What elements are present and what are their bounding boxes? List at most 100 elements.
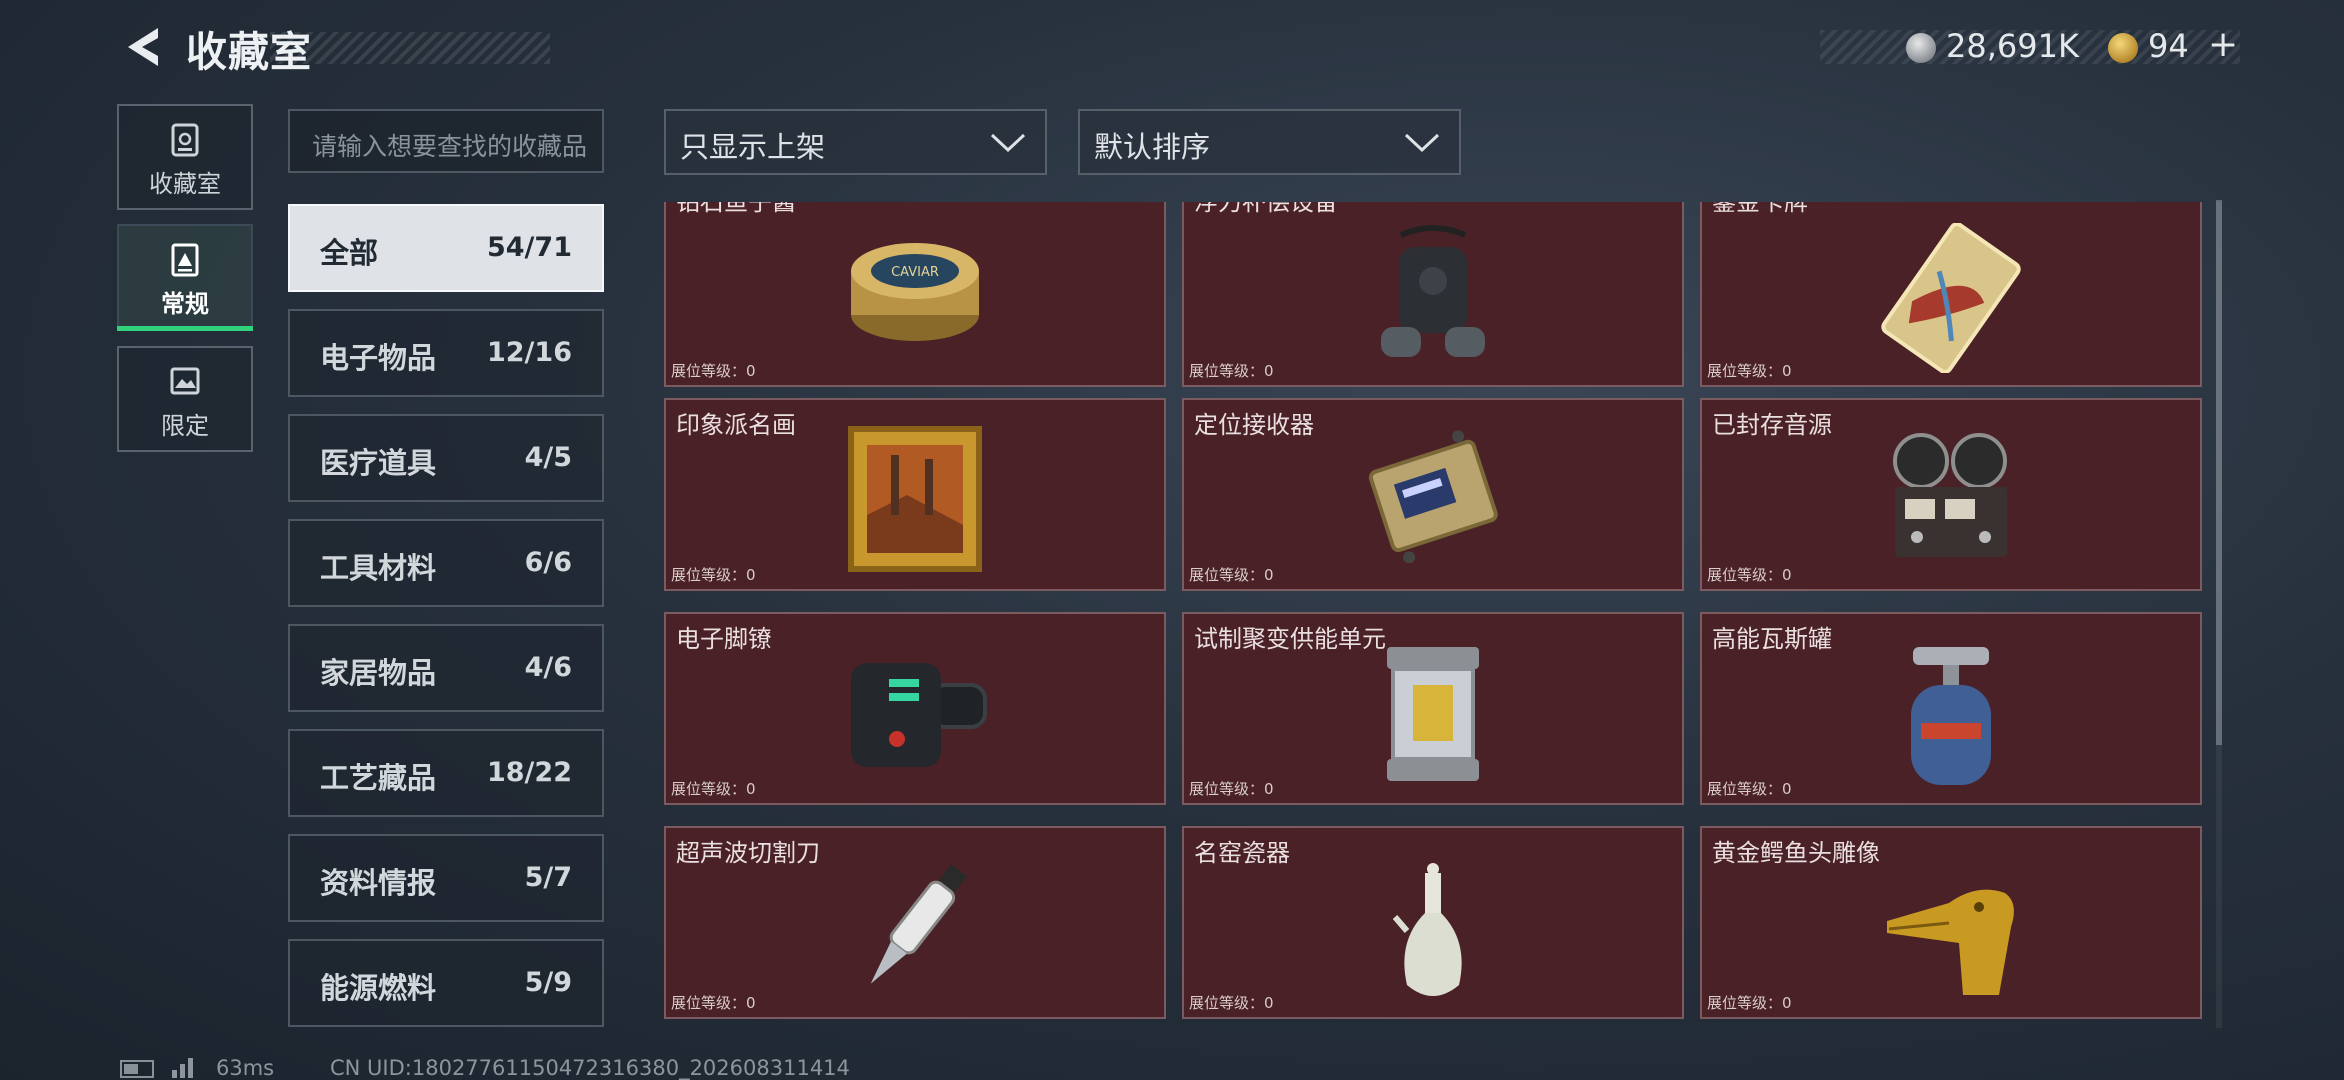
gas-canister-icon bbox=[1911, 646, 1991, 785]
money-amount: 28,691K bbox=[1946, 27, 2079, 65]
category-medical[interactable]: 医疗道具 4/5 bbox=[288, 414, 604, 502]
category-name: 电子物品 bbox=[320, 341, 437, 375]
nav-normal-label: 常规 bbox=[161, 290, 209, 318]
trophy-cabinet-icon bbox=[171, 123, 199, 157]
item-name: 印象派名画 bbox=[676, 411, 796, 439]
item-name: 定位接收器 bbox=[1194, 411, 1314, 439]
nav-limited-label: 限定 bbox=[161, 412, 209, 440]
category-name: 全部 bbox=[320, 236, 379, 270]
title-decoration bbox=[270, 32, 550, 64]
category-electronics[interactable]: 电子物品 12/16 bbox=[288, 309, 604, 397]
active-tab-indicator bbox=[117, 326, 253, 331]
booth-level: 展位等级：0 bbox=[1707, 362, 1792, 380]
exhibit-card-icon bbox=[171, 243, 199, 277]
category-count: 18/22 bbox=[486, 757, 572, 788]
back-arrow-icon[interactable] bbox=[118, 22, 168, 72]
category-count: 5/9 bbox=[524, 967, 572, 998]
item-name: 试制聚变供能单元 bbox=[1194, 625, 1386, 653]
sort-value: 默认排序 bbox=[1094, 130, 1211, 164]
category-count: 54/71 bbox=[486, 232, 572, 263]
nav-collection-room[interactable]: 收藏室 bbox=[117, 104, 253, 210]
locator-receiver-icon bbox=[1368, 429, 1498, 563]
category-name: 医疗道具 bbox=[320, 446, 437, 480]
gilded-card-icon bbox=[1881, 222, 2021, 373]
gold-gem-icon bbox=[2108, 33, 2138, 63]
chevron-down-icon bbox=[1404, 133, 1440, 153]
sort-dropdown[interactable]: 默认排序 bbox=[1078, 109, 1461, 175]
user-uid: CN UID:180277611504723163​80_20260831141… bbox=[330, 1056, 850, 1080]
nav-collection-label: 收藏室 bbox=[149, 170, 221, 198]
ultrasonic-knife-icon bbox=[870, 863, 968, 984]
category-household[interactable]: 家居物品 4/6 bbox=[288, 624, 604, 712]
item-name: 已封存音源 bbox=[1712, 411, 1832, 439]
booth-level: 展位等级：0 bbox=[671, 566, 756, 584]
gold-crocodile-icon bbox=[1887, 889, 2014, 995]
category-tools[interactable]: 工具材料 6/6 bbox=[288, 519, 604, 607]
booth-level: 展位等级：0 bbox=[671, 780, 756, 798]
item-name: 黄金鳄鱼头雕像 bbox=[1712, 839, 1880, 867]
landscape-picture-icon bbox=[170, 367, 200, 395]
buoyancy-device-icon bbox=[1381, 224, 1485, 357]
collection-card[interactable]: 试制聚变供能单元 展位等级：0 bbox=[1182, 612, 1684, 805]
reel-recorder-icon bbox=[1893, 432, 2007, 557]
category-name: 工艺藏品 bbox=[320, 761, 437, 795]
collection-card[interactable]: 浮力补偿设备 展位等级：0 bbox=[1182, 202, 1684, 387]
silver-coin-icon bbox=[1906, 33, 1936, 63]
gem-amount: 94 bbox=[2148, 27, 2189, 65]
nav-normal[interactable]: 常规 bbox=[117, 224, 253, 330]
category-name: 家居物品 bbox=[320, 656, 437, 690]
category-intel[interactable]: 资料情报 5/7 bbox=[288, 834, 604, 922]
collection-card[interactable]: 黄金鳄鱼头雕像 展位等级：0 bbox=[1700, 826, 2202, 1019]
booth-level: 展位等级：0 bbox=[1707, 566, 1792, 584]
booth-level: 展位等级：0 bbox=[1707, 994, 1792, 1012]
booth-level: 展位等级：0 bbox=[1189, 780, 1274, 798]
add-currency-button[interactable]: + bbox=[2208, 24, 2238, 65]
category-all[interactable]: 全部 54/71 bbox=[288, 204, 604, 292]
booth-level: 展位等级：0 bbox=[1707, 780, 1792, 798]
collection-card[interactable]: 印象派名画 展位等级：0 bbox=[664, 398, 1166, 591]
signal-icon bbox=[172, 1058, 193, 1078]
booth-level: 展位等级：0 bbox=[1189, 994, 1274, 1012]
category-count: 6/6 bbox=[524, 547, 572, 578]
nav-limited[interactable]: 限定 bbox=[117, 346, 253, 452]
collection-card[interactable]: 钻石鱼子酱 CAVIAR 展位等级：0 bbox=[664, 202, 1166, 387]
booth-level: 展位等级：0 bbox=[671, 362, 756, 380]
collection-grid: 钻石鱼子酱 CAVIAR 展位等级：0 浮力补偿设备 展位等级：0 鎏金卡牌 展… bbox=[662, 202, 2210, 1028]
fusion-cell-icon bbox=[1387, 646, 1479, 781]
caviar-tin-icon: CAVIAR bbox=[851, 242, 979, 341]
item-name: 名窑瓷器 bbox=[1194, 839, 1290, 867]
svg-text:CAVIAR: CAVIAR bbox=[891, 265, 939, 280]
collection-card[interactable]: 高能瓦斯罐 展位等级：0 bbox=[1700, 612, 2202, 805]
booth-level: 展位等级：0 bbox=[1189, 362, 1274, 380]
collection-card[interactable]: 名窑瓷器 展位等级：0 bbox=[1182, 826, 1684, 1019]
collection-card[interactable]: 超声波切割刀 展位等级：0 bbox=[664, 826, 1166, 1019]
display-filter-dropdown[interactable]: 只显示上架 bbox=[664, 109, 1047, 175]
booth-level: 展位等级：0 bbox=[1189, 566, 1274, 584]
item-name: 电子脚镣 bbox=[676, 625, 772, 653]
category-name: 工具材料 bbox=[320, 551, 437, 585]
item-name: 浮力补偿设备 bbox=[1194, 202, 1338, 216]
category-crafts[interactable]: 工艺藏品 18/22 bbox=[288, 729, 604, 817]
category-count: 12/16 bbox=[486, 337, 572, 368]
scrollbar-thumb[interactable] bbox=[2216, 200, 2222, 745]
item-name: 超声波切割刀 bbox=[676, 839, 820, 867]
item-name: 鎏金卡牌 bbox=[1712, 202, 1808, 216]
category-count: 4/6 bbox=[524, 652, 572, 683]
collection-card[interactable]: 定位接收器 展位等级：0 bbox=[1182, 398, 1684, 591]
category-count: 4/5 bbox=[524, 442, 572, 473]
framed-painting-icon bbox=[848, 425, 982, 572]
category-energy[interactable]: 能源燃料 5/9 bbox=[288, 939, 604, 1027]
page-title: 收藏室 bbox=[186, 28, 312, 76]
collection-card[interactable]: 鎏金卡牌 展位等级：0 bbox=[1700, 202, 2202, 387]
battery-level bbox=[124, 1064, 138, 1074]
collection-card[interactable]: 电子脚镣 展位等级：0 bbox=[664, 612, 1166, 805]
collection-card[interactable]: 已封存音源 展位等级：0 bbox=[1700, 398, 2202, 591]
search-input[interactable]: 请输入想要查找的收藏品 bbox=[288, 109, 604, 173]
category-count: 5/7 bbox=[524, 862, 572, 893]
porcelain-vase-icon bbox=[1393, 862, 1462, 996]
ping-readout: 63ms bbox=[216, 1056, 275, 1080]
ankle-monitor-icon bbox=[851, 662, 987, 767]
item-name: 钻石鱼子酱 bbox=[676, 202, 796, 216]
category-name: 资料情报 bbox=[320, 866, 437, 900]
chevron-down-icon bbox=[990, 133, 1026, 153]
